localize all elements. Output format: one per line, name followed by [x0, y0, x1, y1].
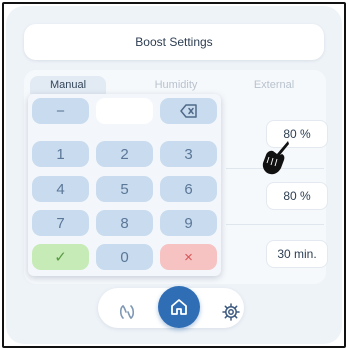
keypad-display [96, 98, 153, 124]
tab-external[interactable]: External [234, 76, 314, 94]
key-0[interactable]: 0 [96, 244, 153, 270]
key-minus[interactable]: − [32, 98, 89, 124]
gear-icon[interactable] [221, 302, 241, 322]
home-button[interactable] [158, 286, 200, 328]
key-3[interactable]: 3 [160, 141, 217, 167]
tab-humidity[interactable]: Humidity [136, 76, 216, 94]
key-7[interactable]: 7 [32, 210, 89, 236]
boost-level-2-value[interactable]: 80 % [266, 182, 328, 210]
hand-cursor-icon [262, 141, 289, 175]
home-icon [171, 299, 187, 315]
key-cancel[interactable]: × [160, 244, 217, 270]
key-6[interactable]: 6 [160, 176, 217, 202]
key-5[interactable]: 5 [96, 176, 153, 202]
key-8[interactable]: 8 [96, 210, 153, 236]
numeric-keypad: − 1 2 3 4 5 6 7 8 9 ✓ 0 × [28, 94, 221, 276]
page-title: Boost Settings [135, 35, 213, 49]
row-divider [226, 224, 324, 225]
key-2[interactable]: 2 [96, 141, 153, 167]
boost-duration-value[interactable]: 30 min. [266, 240, 328, 268]
device-frame: Boost Settings Manual Humidity External … [2, 2, 346, 348]
key-backspace[interactable] [160, 98, 217, 124]
key-1[interactable]: 1 [32, 141, 89, 167]
fan-icon[interactable] [117, 302, 137, 322]
header-card: Boost Settings [24, 24, 324, 60]
screen: Boost Settings Manual Humidity External … [6, 6, 342, 344]
tab-manual[interactable]: Manual [30, 76, 106, 94]
key-confirm[interactable]: ✓ [32, 244, 89, 270]
key-4[interactable]: 4 [32, 176, 89, 202]
backspace-icon [179, 104, 197, 118]
key-9[interactable]: 9 [160, 210, 217, 236]
